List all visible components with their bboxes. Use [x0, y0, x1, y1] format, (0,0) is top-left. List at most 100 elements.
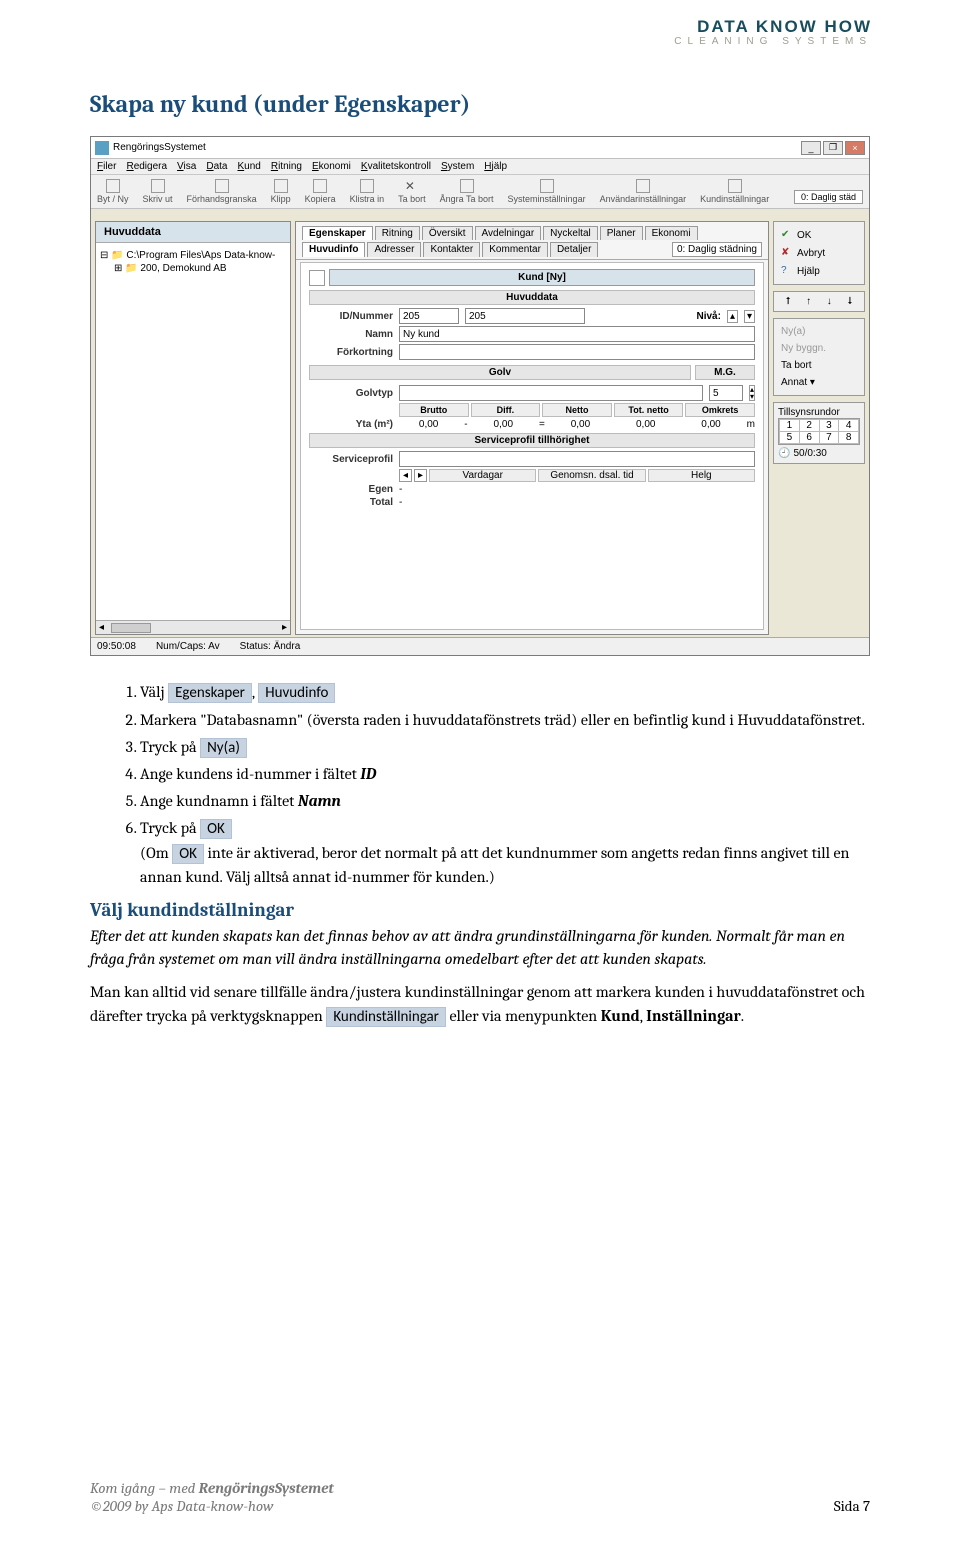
- maximize-button[interactable]: ❐: [823, 141, 843, 155]
- nav-last-icon[interactable]: ⭣: [847, 296, 852, 307]
- menu-kvalitetskontroll[interactable]: Kvalitetskontroll: [361, 161, 431, 172]
- tab-avdelningar[interactable]: Avdelningar: [475, 226, 542, 240]
- tab-oversikt[interactable]: Översikt: [422, 226, 473, 240]
- tree-scrollbar[interactable]: ◂▸: [96, 620, 290, 634]
- label-niva: Nivå:: [696, 311, 720, 322]
- tab-ekonomi[interactable]: Ekonomi: [645, 226, 698, 240]
- step-6: Tryck på OK (Om OK inte är aktiverad, be…: [140, 816, 870, 889]
- step-5: Ange kundnamn i fältet Namn: [140, 789, 870, 813]
- tb-systeminstallningar[interactable]: Systeminställningar: [508, 179, 586, 204]
- col-totnetto: Tot. netto: [614, 403, 684, 417]
- tab-egenskaper[interactable]: Egenskaper: [302, 226, 373, 240]
- tree-root[interactable]: ⊟ 📁 C:\Program Files\Aps Data-know-: [100, 249, 286, 262]
- toolbar-right-combo[interactable]: 0: Daglig städ: [794, 190, 863, 204]
- menu-hjalp[interactable]: Hjälp: [484, 161, 507, 172]
- tb-anvandarinstallningar[interactable]: Användarinställningar: [600, 179, 687, 204]
- col-diff: Diff.: [471, 403, 541, 417]
- minimize-button[interactable]: _: [801, 141, 821, 155]
- menu-ekonomi[interactable]: Ekonomi: [312, 161, 351, 172]
- menu-redigera[interactable]: Redigera: [126, 161, 167, 172]
- label-total: Total: [309, 497, 393, 508]
- status-caps: Num/Caps: Av: [156, 641, 220, 652]
- step-2: Markera "Databasnamn" (översta raden i h…: [140, 708, 870, 732]
- tb-skriv-ut[interactable]: Skriv ut: [143, 179, 173, 204]
- tb-byt-ny[interactable]: Byt / Ny: [97, 179, 129, 204]
- subtab-kontakter[interactable]: Kontakter: [423, 242, 480, 257]
- close-button[interactable]: ×: [845, 141, 865, 155]
- nav-first-icon[interactable]: ⭡: [786, 296, 791, 307]
- tb-klipp[interactable]: Klipp: [271, 179, 291, 204]
- app-screenshot: RengöringsSystemet _ ❐ × Filer Redigera …: [90, 136, 870, 656]
- header-right-combo[interactable]: 0: Daglig städning: [672, 242, 762, 257]
- sp-nav-left-icon[interactable]: ◂: [399, 469, 412, 482]
- section-mg: M.G.: [695, 365, 755, 380]
- app-icon: [95, 141, 109, 155]
- step-3: Tryck på Ny(a): [140, 735, 870, 760]
- subtab-kommentar[interactable]: Kommentar: [482, 242, 548, 257]
- label-golvtyp: Golvtyp: [309, 388, 393, 399]
- chip-nya: Ny(a): [200, 738, 247, 758]
- sp-nav-right-icon[interactable]: ▸: [414, 469, 427, 482]
- tillsyn-grid[interactable]: 1234 5678: [778, 418, 860, 445]
- tb-klistra-in[interactable]: Klistra in: [350, 179, 385, 204]
- step-4: Ange kundens id-nummer i fältet ID: [140, 762, 870, 786]
- tb-ta-bort[interactable]: ✕Ta bort: [398, 179, 426, 204]
- btn-ok[interactable]: ✔OK: [778, 226, 860, 244]
- nav-down-icon[interactable]: ↓: [827, 296, 832, 307]
- btn-avbryt[interactable]: ✘Avbryt: [778, 244, 860, 262]
- btn-tabort[interactable]: Ta bort: [778, 357, 860, 374]
- tb-angra-ta-bort[interactable]: Ångra Ta bort: [440, 179, 494, 204]
- val-brutto: 0,00: [399, 419, 458, 430]
- menu-visa[interactable]: Visa: [177, 161, 196, 172]
- input-namn[interactable]: [399, 326, 755, 342]
- tb-kundinstallningar[interactable]: Kundinställningar: [700, 179, 769, 204]
- btn-nya[interactable]: Ny(a): [778, 323, 860, 340]
- tab-ritning[interactable]: Ritning: [375, 226, 420, 240]
- statusbar: 09:50:08 Num/Caps: Av Status: Ändra: [91, 637, 869, 655]
- menu-filer[interactable]: Filer: [97, 161, 116, 172]
- subtab-detaljer[interactable]: Detaljer: [550, 242, 598, 257]
- page-number: Sida 7: [834, 1497, 870, 1515]
- clock-value: 50/0:30: [793, 448, 826, 459]
- niva-down-icon[interactable]: ▾: [744, 310, 755, 323]
- form-icon: [309, 270, 325, 286]
- input-id1[interactable]: [399, 308, 459, 324]
- col-brutto: Brutto: [399, 403, 469, 417]
- menu-ritning[interactable]: Ritning: [271, 161, 302, 172]
- btn-hjalp[interactable]: ?Hjälp: [778, 262, 860, 280]
- sp-col-helg: Helg: [648, 469, 755, 482]
- tb-kopiera[interactable]: Kopiera: [305, 179, 336, 204]
- input-id2[interactable]: [465, 308, 585, 324]
- sp-col-genomsn: Genomsn. dsal. tid: [538, 469, 645, 482]
- menu-kund[interactable]: Kund: [237, 161, 260, 172]
- section-golv: Golv: [309, 365, 691, 380]
- btn-nybyggn[interactable]: Ny byggn.: [778, 340, 860, 357]
- side-nav-arrows: ⭡ ↑ ↓ ⭣: [773, 291, 865, 312]
- tab-planer[interactable]: Planer: [600, 226, 643, 240]
- input-serviceprofil[interactable]: [399, 451, 755, 467]
- side-tillsyn: Tillsynsrundor 1234 5678 🕘 50/0:30: [773, 402, 865, 464]
- menu-data[interactable]: Data: [206, 161, 227, 172]
- val-netto: 0,00: [551, 419, 610, 430]
- input-forkortning[interactable]: [399, 344, 755, 360]
- btn-annat[interactable]: Annat ▾: [778, 374, 860, 391]
- menu-system[interactable]: System: [441, 161, 474, 172]
- nav-up-icon[interactable]: ↑: [806, 296, 811, 307]
- tab-nyckeltal[interactable]: Nyckeltal: [543, 226, 598, 240]
- tb-forhandsgranska[interactable]: Förhandsgranska: [187, 179, 257, 204]
- niva-up-icon[interactable]: ▴: [727, 310, 738, 323]
- col-netto: Netto: [542, 403, 612, 417]
- toolbar: Byt / Ny Skriv ut Förhandsgranska Klipp …: [91, 175, 869, 209]
- input-mg-spin[interactable]: [709, 385, 743, 401]
- page-footer: Kom igång – med RengöringsSystemet ©2009…: [90, 1479, 870, 1515]
- subtab-adresser[interactable]: Adresser: [367, 242, 421, 257]
- col-omkrets: Omkrets: [685, 403, 755, 417]
- section-huvuddata: Huvuddata: [309, 290, 755, 305]
- window-titlebar: RengöringsSystemet _ ❐ ×: [91, 137, 869, 159]
- tree-node[interactable]: ⊞ 📁 200, Demokund AB: [100, 262, 286, 275]
- spin-icon[interactable]: ▴▾: [749, 385, 755, 401]
- subtab-huvudinfo[interactable]: Huvudinfo: [302, 242, 365, 257]
- side-create: Ny(a) Ny byggn. Ta bort Annat ▾: [773, 318, 865, 396]
- input-golvtyp[interactable]: [399, 385, 703, 401]
- val-diff: 0,00: [474, 419, 533, 430]
